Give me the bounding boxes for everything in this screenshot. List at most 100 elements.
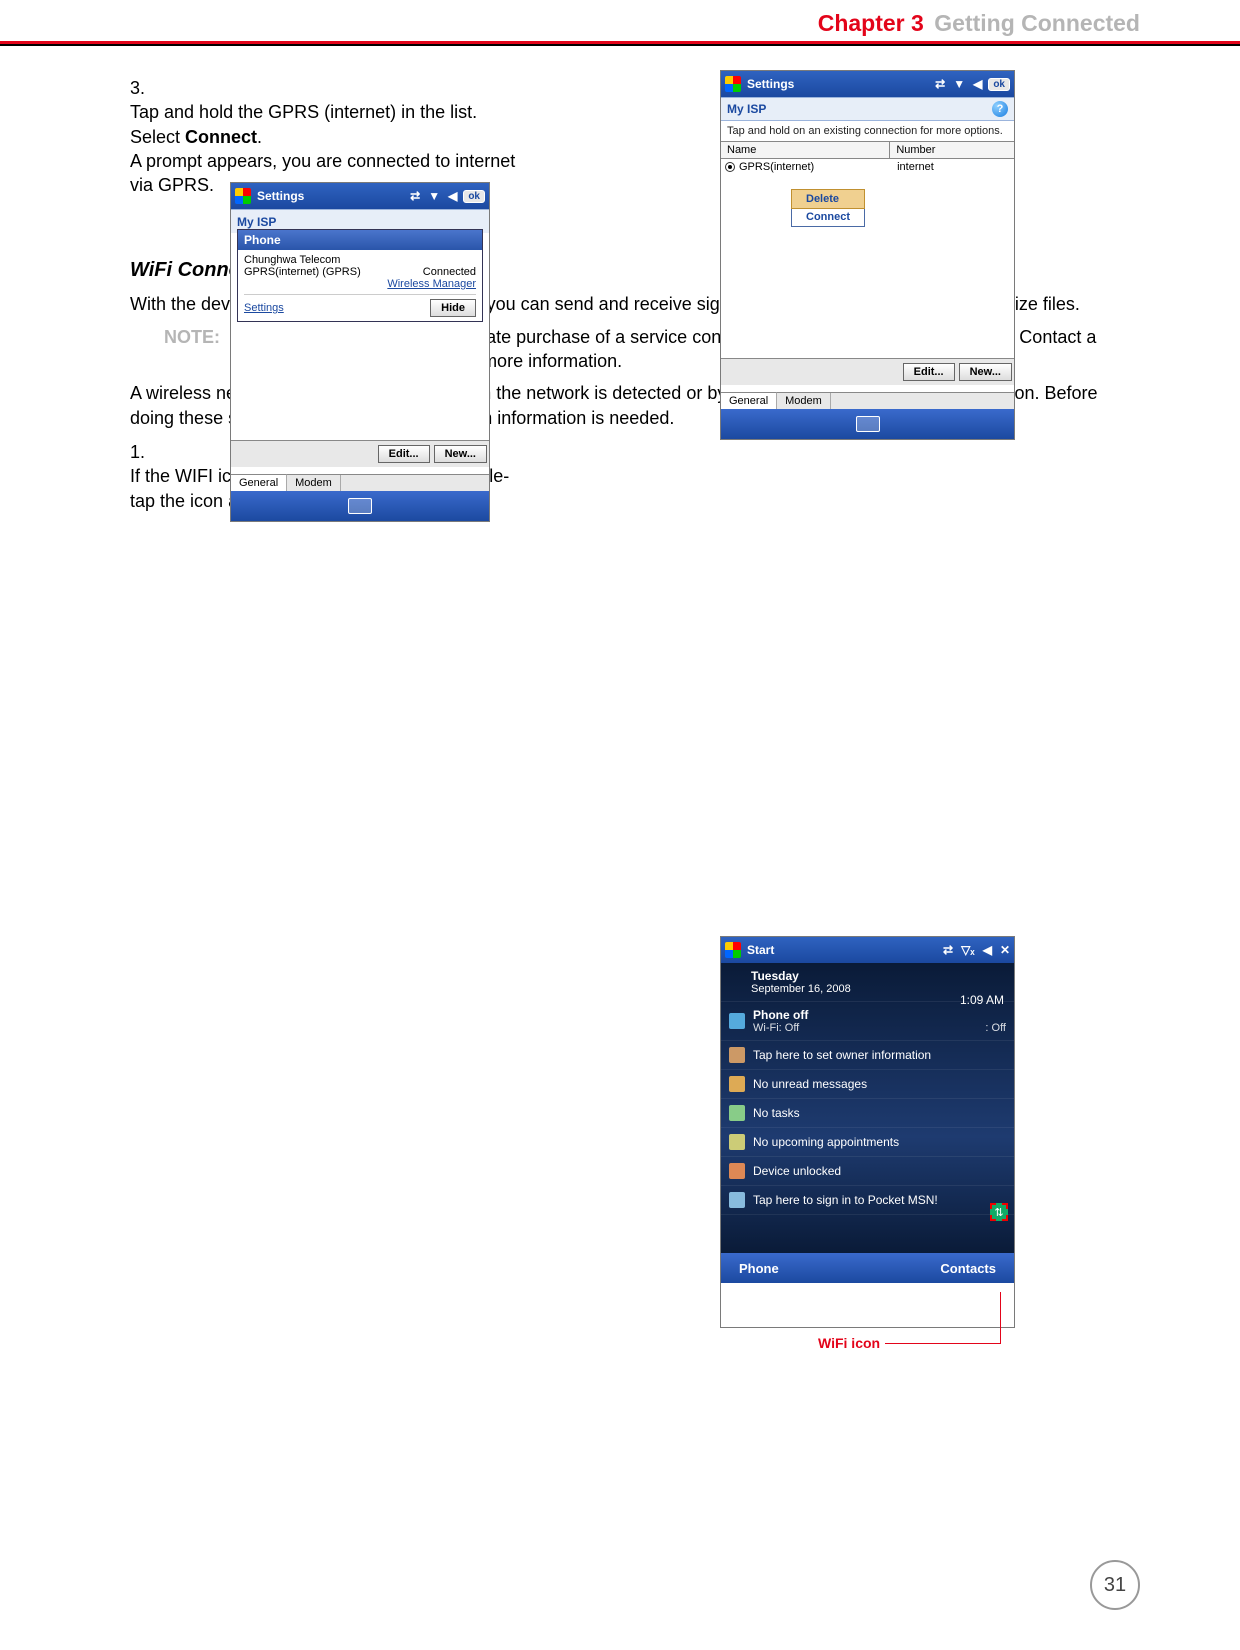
today-title: Start — [747, 943, 935, 957]
signal-icon: ▼ — [428, 189, 440, 203]
edit-button[interactable]: Edit... — [378, 445, 430, 463]
softkey-bar — [721, 409, 1014, 439]
connection-row[interactable]: GPRS(internet) internet — [721, 159, 1014, 175]
wm-subtitle: My ISP — [727, 102, 766, 116]
signal-icon: ▼ — [953, 77, 965, 91]
phone-icon — [729, 1013, 745, 1029]
today-msn-row[interactable]: Tap here to sign in to Pocket MSN! — [721, 1186, 1014, 1215]
owner-icon — [729, 1047, 745, 1063]
callout-line-v — [1000, 1292, 1001, 1344]
calendar-icon — [729, 1134, 745, 1150]
notif-status: Connected — [423, 266, 476, 278]
today-titlebar: Start ⇄ ▽ₓ ◀ ✕ — [721, 937, 1014, 963]
lock-icon — [729, 1163, 745, 1179]
tabs-2: General Modem — [231, 474, 489, 491]
tab-modem[interactable]: Modem — [287, 475, 341, 491]
wifi-step-1-number: 1. — [130, 440, 170, 464]
connectivity-icon: ⇄ — [943, 943, 953, 957]
softkey-phone[interactable]: Phone — [739, 1261, 779, 1276]
lock-text: Device unlocked — [753, 1164, 841, 1178]
today-tasks-row[interactable]: No tasks — [721, 1099, 1014, 1128]
softkey-bar-2 — [231, 491, 489, 521]
today-msgs-row[interactable]: No unread messages — [721, 1070, 1014, 1099]
windows-flag-icon — [725, 76, 741, 92]
messages-icon — [729, 1076, 745, 1092]
wm2-subtitle: My ISP — [237, 215, 276, 229]
chapter-label: Chapter 3 — [818, 10, 924, 36]
notif-title: Phone — [238, 230, 482, 250]
today-lock-row[interactable]: Device unlocked — [721, 1157, 1014, 1186]
phone-notification: Phone Chunghwa Telecom GPRS(internet) (G… — [237, 229, 483, 322]
step-3-bold: Connect — [185, 127, 257, 147]
close-icon[interactable]: ✕ — [1000, 943, 1010, 957]
appts-text: No upcoming appointments — [753, 1135, 899, 1149]
help-icon[interactable]: ? — [992, 101, 1008, 117]
today-phone-row[interactable]: Phone off Wi-Fi: Off : Off — [721, 1002, 1014, 1041]
tab-general[interactable]: General — [721, 392, 777, 409]
tab-general[interactable]: General — [231, 474, 287, 491]
settings-link[interactable]: Settings — [244, 302, 284, 314]
row-number: internet — [897, 161, 1010, 173]
today-appts-row[interactable]: No upcoming appointments — [721, 1128, 1014, 1157]
connectivity-icon: ⇄ — [410, 189, 420, 203]
wifi-off-text: Wi-Fi: Off — [753, 1022, 799, 1034]
keyboard-icon[interactable] — [348, 498, 372, 514]
menu-item-connect[interactable]: Connect — [792, 208, 864, 226]
ok-button[interactable]: ok — [988, 78, 1010, 91]
step-3-line1b: . — [257, 127, 262, 147]
wm-titlebar: Settings ⇄ ▼ ◀ ok — [721, 71, 1014, 97]
wm2-titlebar: Settings ⇄ ▼ ◀ ok — [231, 183, 489, 209]
menu-item-delete[interactable]: Delete — [791, 189, 865, 209]
context-menu: Delete Connect — [791, 189, 865, 227]
step-3-number: 3. — [130, 76, 170, 100]
wifi-tray-icon[interactable]: ⇅ — [990, 1203, 1008, 1221]
screenshot-today: Start ⇄ ▽ₓ ◀ ✕ Tuesday September 16, 200… — [720, 936, 1015, 1328]
page-number: 31 — [1090, 1560, 1140, 1610]
owner-text: Tap here to set owner information — [753, 1048, 931, 1062]
wm-title: Settings — [747, 77, 927, 91]
radio-icon — [725, 162, 735, 172]
col-number: Number — [890, 142, 1014, 159]
signal-off-icon: ▽ₓ — [961, 943, 975, 957]
callout-line-h — [885, 1343, 1000, 1344]
msn-text: Tap here to sign in to Pocket MSN! — [753, 1193, 938, 1207]
wm-columns: Name Number — [721, 141, 1014, 159]
tasks-text: No tasks — [753, 1106, 800, 1120]
softkey-contacts[interactable]: Contacts — [940, 1261, 996, 1276]
today-body: Tuesday September 16, 2008 1:09 AM Phone… — [721, 963, 1014, 1253]
connectivity-icon: ⇄ — [935, 77, 945, 91]
bt-off-text: : Off — [985, 1022, 1006, 1034]
step-3-line1a: Tap and hold the GPRS (internet) in the … — [130, 102, 477, 146]
new-button[interactable]: New... — [959, 363, 1012, 381]
today-owner-row[interactable]: Tap here to set owner information — [721, 1041, 1014, 1070]
notif-conn-name: GPRS(internet) (GPRS) — [244, 266, 361, 278]
windows-flag-icon — [725, 942, 741, 958]
col-name: Name — [721, 142, 890, 159]
notif-body: Chunghwa Telecom GPRS(internet) (GPRS) C… — [238, 250, 482, 321]
today-date-row[interactable]: Tuesday September 16, 2008 1:09 AM — [721, 963, 1014, 1002]
wm-subbar: My ISP ? — [721, 97, 1014, 121]
windows-flag-icon — [235, 188, 251, 204]
chapter-title: Getting Connected — [934, 10, 1140, 36]
today-time: 1:09 AM — [960, 993, 1004, 1007]
wireless-manager-link[interactable]: Wireless Manager — [387, 278, 476, 290]
edit-button[interactable]: Edit... — [903, 363, 955, 381]
new-button[interactable]: New... — [434, 445, 487, 463]
button-row-2: Edit... New... — [231, 440, 489, 467]
hide-button[interactable]: Hide — [430, 299, 476, 317]
wifi-icon-callout: WiFi icon — [818, 1335, 880, 1351]
screenshot-settings-menu: Settings ⇄ ▼ ◀ ok My ISP ? Tap and hold … — [720, 70, 1015, 440]
phone-off-text: Phone off — [753, 1008, 1006, 1022]
tab-modem[interactable]: Modem — [777, 393, 831, 409]
speaker-icon: ◀ — [983, 943, 992, 957]
content-area: 3. Tap and hold the GPRS (internet) in t… — [0, 46, 1240, 513]
ok-button[interactable]: ok — [463, 190, 485, 203]
notif-carrier: Chunghwa Telecom — [244, 254, 476, 266]
msgs-text: No unread messages — [753, 1077, 867, 1091]
today-day: Tuesday — [751, 969, 1004, 983]
keyboard-icon[interactable] — [856, 416, 880, 432]
row-name: GPRS(internet) — [739, 161, 897, 173]
wm2-title: Settings — [257, 189, 402, 203]
button-row: Edit... New... — [721, 358, 1014, 385]
msn-icon — [729, 1192, 745, 1208]
